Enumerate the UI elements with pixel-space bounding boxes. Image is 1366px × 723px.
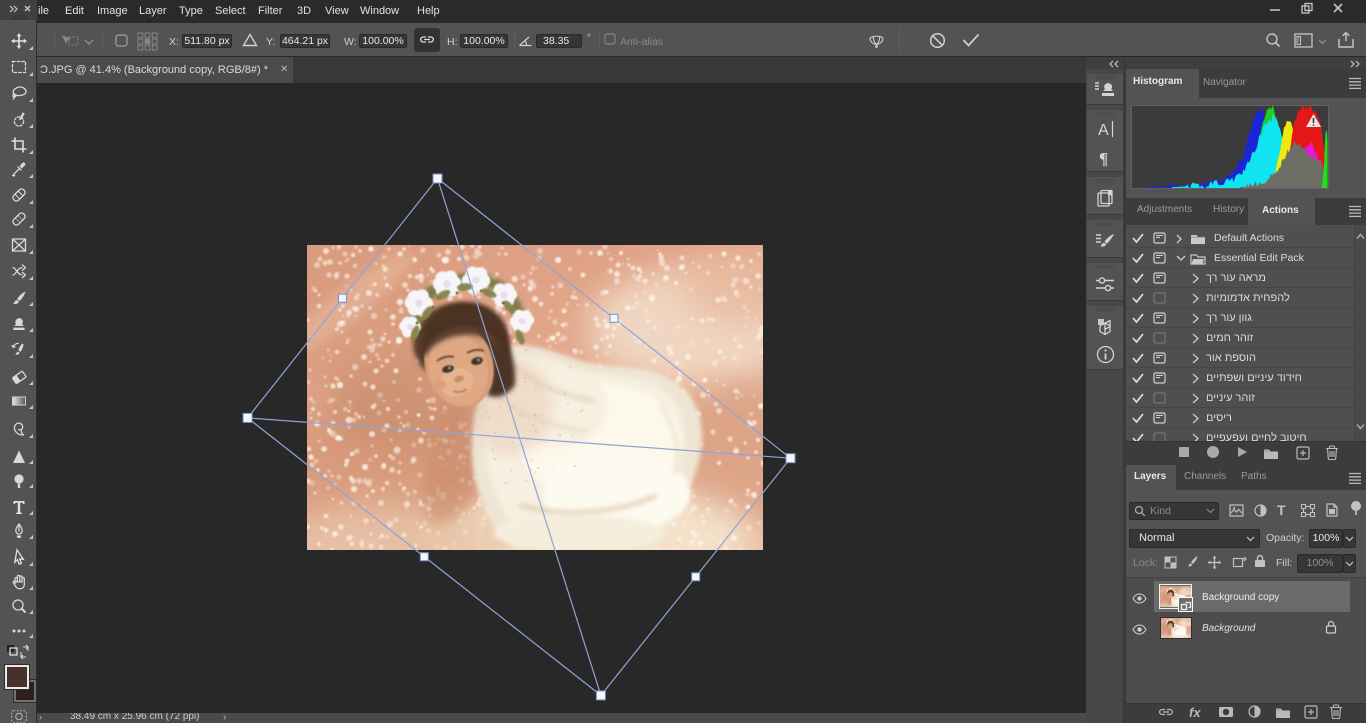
svg-text:¶: ¶ [1099,149,1108,168]
svg-text:A: A [1098,122,1109,139]
